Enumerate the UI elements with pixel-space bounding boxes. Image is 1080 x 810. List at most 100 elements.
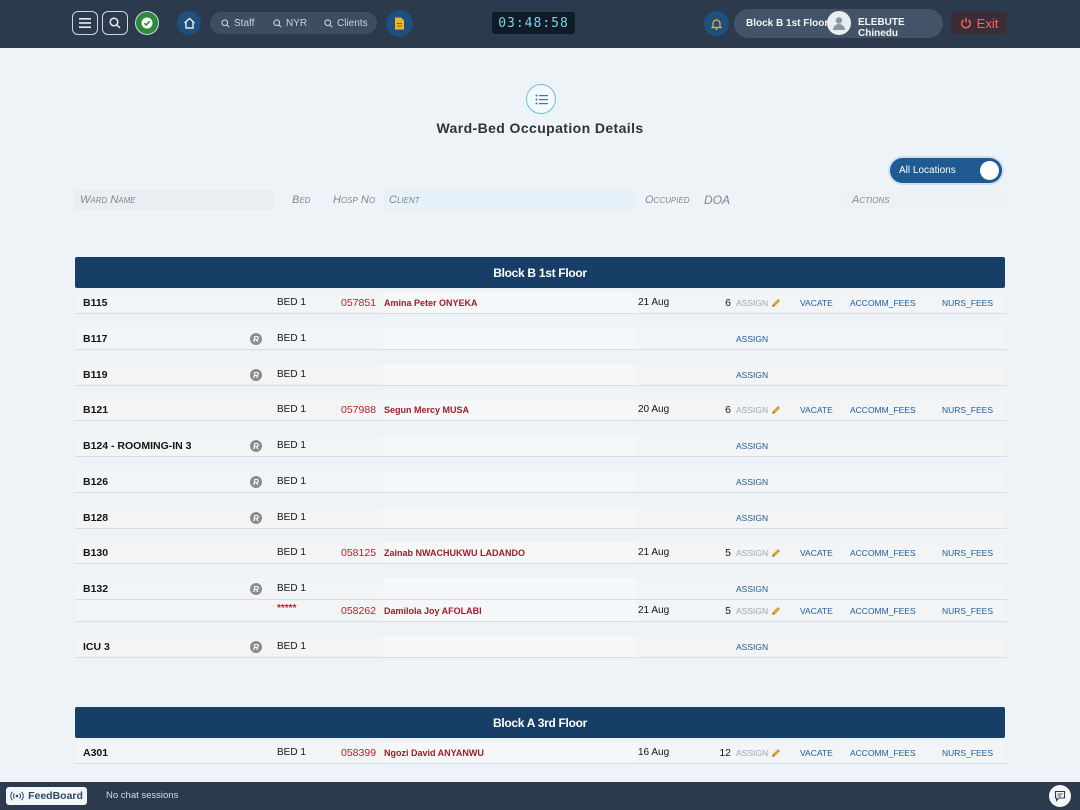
assign-label: ASSIGN <box>736 440 769 451</box>
ward-name: B128 <box>83 511 109 524</box>
section-header: Block A 3rd Floor <box>75 707 1005 738</box>
client-name[interactable]: Segun Mercy MUSA <box>384 399 469 420</box>
status-button[interactable] <box>135 11 159 35</box>
home-button[interactable] <box>177 11 201 35</box>
assign-link[interactable]: ASSIGN <box>736 507 768 528</box>
client-name[interactable]: Damilola Joy AFOLABI <box>384 600 482 621</box>
search-icon <box>221 18 230 28</box>
row-bg <box>383 578 636 599</box>
quick-search-nyr[interactable]: NYR <box>273 18 307 29</box>
client-name[interactable]: Zainab NWACHUKWU LADANDO <box>384 542 525 563</box>
quick-search-label: NYR <box>286 17 308 29</box>
chat-icon <box>1054 790 1066 802</box>
table-row: B121 BED 1 057988 Segun Mercy MUSA 20 Aug 6 AS… <box>75 399 1007 421</box>
reserved-badge-icon[interactable]: R <box>250 333 262 345</box>
ward-name: B132 <box>83 582 109 595</box>
vacate-link[interactable]: VACATE <box>800 399 833 420</box>
exit-button[interactable]: Exit <box>951 12 1007 34</box>
toggle-knob <box>980 161 999 180</box>
reserved-badge-icon[interactable]: R <box>250 476 262 488</box>
hosp-no[interactable]: 058399 <box>341 742 376 763</box>
row-bg <box>636 435 1007 456</box>
vacate-link[interactable]: VACATE <box>800 742 833 763</box>
assign-link[interactable]: ASSIGN <box>736 292 781 313</box>
list-icon <box>535 94 548 104</box>
assign-label: ASSIGN <box>736 297 769 308</box>
assign-link[interactable]: ASSIGN <box>736 399 781 420</box>
nurs-fees-link[interactable]: NURS_FEES <box>942 600 993 621</box>
accomm-fees-link[interactable]: ACCOMM_FEES <box>850 600 916 621</box>
hosp-no[interactable]: 057851 <box>341 292 376 313</box>
assign-link[interactable]: ASSIGN <box>736 600 781 621</box>
quick-search-label: Staff <box>234 17 255 29</box>
reserved-badge-icon[interactable]: R <box>250 369 262 381</box>
row-bg <box>383 328 636 349</box>
ward-name: B130 <box>83 546 109 559</box>
accomm-fees-link[interactable]: ACCOMM_FEES <box>850 542 916 563</box>
search-button[interactable] <box>102 11 128 35</box>
hosp-no[interactable]: 058125 <box>341 542 376 563</box>
assign-link[interactable]: ASSIGN <box>736 636 768 657</box>
assign-link[interactable]: ASSIGN <box>736 742 781 763</box>
occupied-date: 21 Aug <box>638 547 670 558</box>
bed-label: BED 1 <box>277 512 306 523</box>
row-bg <box>383 507 636 528</box>
pencil-icon <box>772 405 781 414</box>
client-name[interactable]: Amina Peter ONYEKA <box>384 292 478 313</box>
assign-label: ASSIGN <box>736 404 769 415</box>
reserved-badge-icon[interactable]: R <box>250 512 262 524</box>
assign-link[interactable]: ASSIGN <box>736 578 768 599</box>
search-icon <box>324 18 333 28</box>
ward-name: B119 <box>83 368 108 381</box>
reserved-badge-icon[interactable]: R <box>250 440 262 452</box>
pencil-icon <box>772 748 781 757</box>
nurs-fees-link[interactable]: NURS_FEES <box>942 292 993 313</box>
table-row: A301 BED 1 058399 Ngozi David ANYANWU 16 Aug… <box>75 742 1007 764</box>
home-icon <box>183 17 195 29</box>
exit-label: Exit <box>976 15 999 31</box>
notifications-button[interactable] <box>704 11 729 36</box>
bed-label: BED 1 <box>277 476 306 487</box>
ward-name: B121 <box>83 403 109 416</box>
assign-label: ASSIGN <box>736 333 769 344</box>
assign-link[interactable]: ASSIGN <box>736 542 781 563</box>
vacate-link[interactable]: VACATE <box>800 600 833 621</box>
assign-label: ASSIGN <box>736 583 769 594</box>
vacate-link[interactable]: VACATE <box>800 292 833 313</box>
feedboard-button[interactable]: FeedBoard <box>6 787 87 805</box>
reserved-badge-icon[interactable]: R <box>250 641 262 653</box>
row-bg <box>75 600 275 621</box>
all-locations-toggle[interactable]: All Locations <box>890 158 1002 183</box>
client-name[interactable]: Ngozi David ANYANWU <box>384 742 484 763</box>
ward-name: A301 <box>83 746 109 759</box>
assign-label: ASSIGN <box>736 369 769 380</box>
check-circle-icon <box>141 17 153 29</box>
assign-link[interactable]: ASSIGN <box>736 328 768 349</box>
doa-days: 12 <box>719 746 731 759</box>
toggle-label: All Locations <box>899 165 956 176</box>
reserved-badge-icon[interactable]: R <box>250 583 262 595</box>
hosp-no[interactable]: 058262 <box>341 600 376 621</box>
assign-link[interactable]: ASSIGN <box>736 364 768 385</box>
occupied-date: 16 Aug <box>638 747 670 758</box>
user-location-pill[interactable]: Block B 1st Floor ELEBUTE Chinedu <box>734 9 943 39</box>
ward-name: B124 - ROOMING-IN 3 <box>83 439 192 452</box>
assign-link[interactable]: ASSIGN <box>736 471 768 492</box>
quick-search-clients[interactable]: Clients <box>324 18 368 29</box>
nurs-fees-link[interactable]: NURS_FEES <box>942 399 993 420</box>
vacate-link[interactable]: VACATE <box>800 542 833 563</box>
assign-link[interactable]: ASSIGN <box>736 435 768 456</box>
table-row: B128 R BED 1 ASSIGN <box>75 507 1007 529</box>
header-actions: Actions <box>842 190 1007 210</box>
nurs-fees-link[interactable]: NURS_FEES <box>942 742 993 763</box>
menu-button[interactable] <box>72 11 98 35</box>
nurs-fees-link[interactable]: NURS_FEES <box>942 542 993 563</box>
chat-button[interactable] <box>1049 785 1071 807</box>
accomm-fees-link[interactable]: ACCOMM_FEES <box>850 292 916 313</box>
quick-search-staff[interactable]: Staff <box>221 18 254 29</box>
bed-label: BED 1 <box>277 583 306 594</box>
accomm-fees-link[interactable]: ACCOMM_FEES <box>850 742 916 763</box>
hosp-no[interactable]: 057988 <box>341 399 376 420</box>
accomm-fees-link[interactable]: ACCOMM_FEES <box>850 399 916 420</box>
document-button[interactable] <box>386 10 413 37</box>
